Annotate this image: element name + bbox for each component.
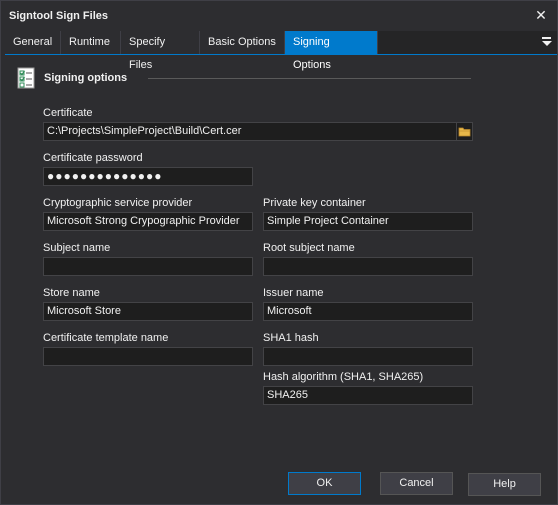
sha1-hash-label: SHA1 hash	[263, 332, 319, 344]
store-name-input[interactable]: Microsoft Store	[43, 302, 253, 321]
tab-specify-files[interactable]: Specify Files	[121, 31, 200, 71]
csp-input[interactable]: Microsoft Strong Crypographic Provider	[43, 212, 253, 231]
tab-signing-options[interactable]: Signing Options	[285, 31, 378, 71]
cancel-button[interactable]: Cancel	[380, 472, 453, 495]
private-key-container-input[interactable]: Simple Project Container	[263, 212, 473, 231]
window-title: Signtool Sign Files	[9, 10, 108, 22]
hash-algorithm-input[interactable]: SHA265	[263, 386, 473, 405]
tab-basic-options[interactable]: Basic Options	[200, 31, 285, 54]
folder-icon	[458, 127, 471, 137]
close-icon[interactable]: ✕	[531, 5, 551, 25]
certificate-template-name-input[interactable]	[43, 347, 253, 366]
store-name-label: Store name	[43, 287, 100, 299]
tab-bar: General Runtime Specify Files Basic Opti…	[5, 31, 557, 71]
section-title: Signing options	[44, 72, 128, 84]
certificate-password-input[interactable]: ●●●●●●●●●●●●●●	[43, 167, 253, 186]
ok-button[interactable]: OK	[288, 472, 361, 495]
hash-algorithm-label: Hash algorithm (SHA1, SHA265)	[263, 371, 424, 383]
tab-runtime[interactable]: Runtime	[61, 31, 121, 54]
certificate-password-label: Certificate password	[43, 152, 143, 164]
issuer-name-input[interactable]: Microsoft	[263, 302, 473, 321]
certificate-label: Certificate	[43, 107, 93, 119]
browse-button[interactable]	[456, 122, 473, 141]
checklist-icon	[17, 67, 35, 89]
tab-overflow-menu-icon[interactable]	[541, 35, 553, 49]
title-bar[interactable]: Signtool Sign Files ✕	[1, 1, 557, 31]
subject-name-input[interactable]	[43, 257, 253, 276]
certificate-template-name-label: Certificate template name	[43, 332, 169, 344]
help-button[interactable]: Help	[468, 473, 541, 496]
section-divider	[148, 78, 471, 79]
csp-label: Cryptographic service provider	[43, 197, 193, 209]
issuer-name-label: Issuer name	[263, 287, 324, 299]
subject-name-label: Subject name	[43, 242, 111, 254]
root-subject-name-input[interactable]	[263, 257, 473, 276]
dialog-window: Signtool Sign Files ✕ General Runtime Sp…	[0, 0, 558, 505]
private-key-container-label: Private key container	[263, 197, 366, 209]
certificate-input[interactable]: C:\Projects\SimpleProject\Build\Cert.cer	[43, 122, 457, 141]
tab-general[interactable]: General	[5, 31, 61, 54]
sha1-hash-input[interactable]	[263, 347, 473, 366]
root-subject-name-label: Root subject name	[263, 242, 355, 254]
